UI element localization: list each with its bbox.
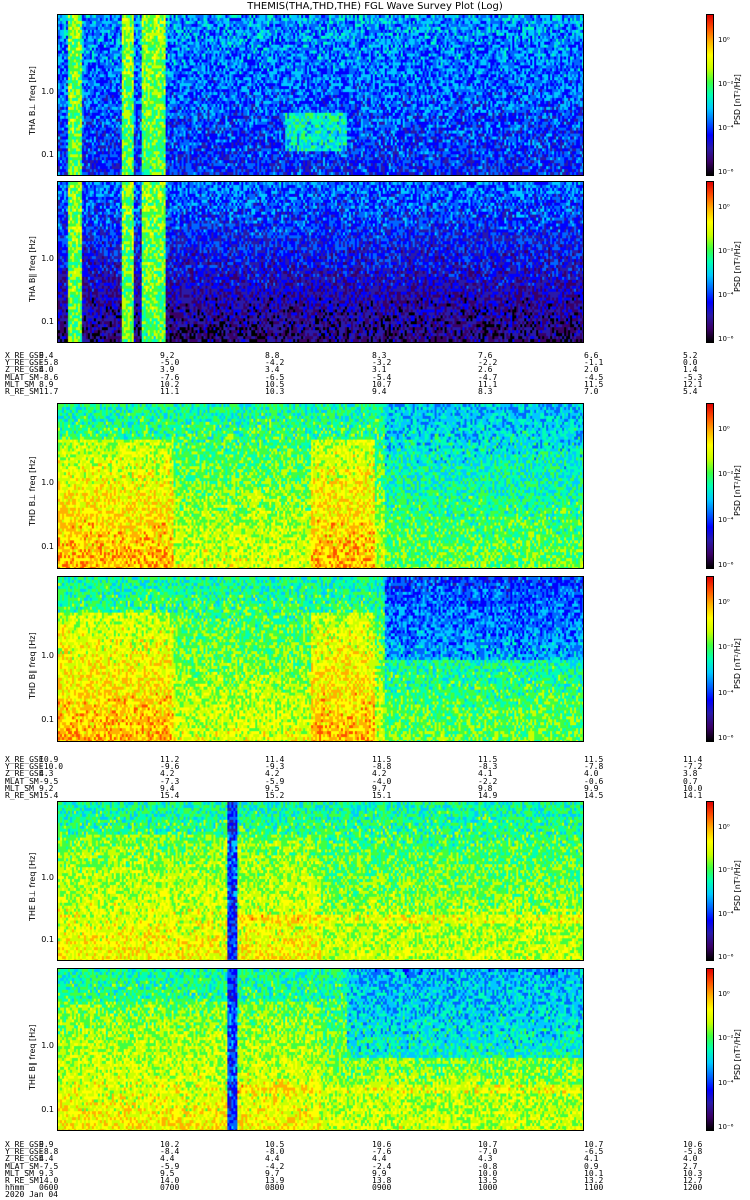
ephemeris-value: 10.3	[265, 387, 285, 396]
colorbar-tick-label: 10⁻⁴	[718, 1078, 734, 1087]
spectrogram-image	[58, 15, 583, 175]
ephemeris-value: 15.4	[160, 791, 180, 800]
spectrogram-panel-4	[57, 576, 584, 742]
ephemeris-value: 14.5	[584, 791, 604, 800]
ephemeris-value: 11.7	[39, 387, 59, 396]
colorbar-tick-label: 10⁻⁶	[718, 953, 734, 961]
ytick-label: 1.0	[41, 1041, 54, 1051]
panel-ylabel: THE B∥ freq [Hz]	[28, 1024, 37, 1090]
spectrogram-image	[58, 802, 583, 960]
spectrogram-panel-1	[57, 14, 584, 176]
figure-title: THEMIS(THA,THD,THE) FGL Wave Survey Plot…	[247, 1, 503, 12]
ytick-label: 0.1	[41, 935, 54, 945]
ytick-label: 1.0	[41, 650, 54, 660]
spectrogram-image	[58, 182, 583, 342]
spectrogram-panel-3	[57, 403, 584, 569]
panel-ylabel: THA B∥ freq [Hz]	[28, 236, 37, 302]
ytick-label: 0.1	[41, 150, 54, 160]
colorbar-tick-label: 10⁻⁶	[718, 1123, 734, 1131]
ephemeris-value: 0800	[265, 1183, 285, 1193]
colorbar-tick-label: 10⁰	[718, 425, 730, 433]
ephemeris-value: 1000	[478, 1183, 498, 1193]
ephemeris-value: 14.9	[478, 791, 498, 800]
colorbar	[706, 403, 714, 569]
colorbar	[706, 576, 714, 742]
ephemeris-value: 7.0	[584, 387, 599, 396]
ephemeris-value: 14.1	[683, 791, 703, 800]
colorbar-tick-label: 10⁻⁴	[718, 515, 734, 524]
colorbar-tick-label: 10⁻⁴	[718, 688, 734, 697]
colorbar-tick-label: 10⁻⁶	[718, 335, 734, 343]
colorbar-label: PSD [nT²/Hz]	[733, 638, 742, 689]
ephemeris-value: 0700	[160, 1183, 180, 1193]
colorbar-label: PSD [nT²/Hz]	[733, 1028, 742, 1080]
colorbar-label: PSD [nT²/Hz]	[733, 74, 742, 125]
ephemeris-label: R_RE_SM	[5, 387, 39, 396]
ephemeris-value: 1200	[683, 1183, 703, 1193]
ephemeris-value: 0600	[39, 1183, 59, 1193]
spectrogram-image	[58, 969, 583, 1130]
spectrogram-panel-2	[57, 181, 584, 343]
colorbar-tick-label: 10⁻²	[718, 643, 734, 652]
spectrogram-panel-5	[57, 801, 584, 961]
colorbar-tick-label: 10⁻⁴	[718, 124, 734, 132]
colorbar-tick-label: 10⁻²	[718, 80, 734, 88]
colorbar-tick-label: 10⁰	[718, 598, 730, 606]
colorbar-tick-label: 10⁰	[718, 823, 730, 831]
colorbar-label: PSD [nT²/Hz]	[733, 465, 742, 516]
ytick-label: 1.0	[41, 873, 54, 882]
panel-ylabel: THD B⊥ freq [Hz]	[28, 456, 37, 526]
ephemeris-value: 0900	[372, 1183, 392, 1193]
colorbar-tick-label: 10⁻²	[718, 1034, 734, 1043]
colorbar-tick-label: 10⁻²	[718, 866, 734, 875]
ephemeris-value: 8.3	[478, 387, 493, 396]
colorbar-tick-label: 10⁻⁴	[718, 291, 734, 299]
colorbar	[706, 14, 714, 176]
colorbar-tick-label: 10⁻⁶	[718, 168, 734, 176]
colorbar	[706, 181, 714, 343]
colorbar-tick-label: 10⁻²	[718, 470, 734, 479]
ytick-label: 1.0	[41, 86, 54, 96]
colorbar	[706, 968, 714, 1131]
colorbar	[706, 801, 714, 961]
ephemeris-value: 5.4	[683, 387, 698, 396]
colorbar-tick-label: 10⁰	[718, 36, 730, 44]
ephemeris-value: 9.4	[372, 387, 387, 396]
ytick-label: 0.1	[41, 715, 54, 725]
colorbar-tick-label: 10⁻²	[718, 247, 734, 255]
panel-ylabel: THA B⊥ freq [Hz]	[28, 66, 37, 135]
ephemeris-value: 11.1	[160, 387, 180, 396]
ytick-label: 0.1	[41, 1104, 54, 1114]
spectrogram-image	[58, 577, 583, 741]
ephemeris-label: 2020 Jan 04	[5, 1190, 58, 1200]
colorbar-tick-label: 10⁻⁶	[718, 561, 734, 569]
ytick-label: 0.1	[41, 542, 54, 552]
colorbar-label: PSD [nT²/Hz]	[733, 241, 742, 292]
spectrogram-image	[58, 404, 583, 568]
ytick-label: 0.1	[41, 317, 54, 327]
colorbar-tick-label: 10⁻⁴	[718, 909, 734, 918]
ephemeris-value: 15.4	[39, 791, 59, 800]
colorbar-tick-label: 10⁻⁶	[718, 734, 734, 742]
spectrogram-panel-6	[57, 968, 584, 1131]
panel-ylabel: THE B⊥ freq [Hz]	[28, 852, 37, 921]
ytick-label: 1.0	[41, 477, 54, 487]
ytick-label: 1.0	[41, 253, 54, 263]
ephemeris-label: R_RE_SM	[5, 791, 39, 800]
figure: THEMIS(THA,THD,THE) FGL Wave Survey Plot…	[0, 0, 750, 1200]
colorbar-label: PSD [nT²/Hz]	[733, 860, 742, 911]
ephemeris-value: 1100	[584, 1183, 604, 1193]
ephemeris-value: 15.1	[372, 791, 392, 800]
colorbar-tick-label: 10⁰	[718, 990, 730, 998]
colorbar-tick-label: 10⁰	[718, 203, 730, 211]
panel-ylabel: THD B∥ freq [Hz]	[28, 632, 37, 699]
ephemeris-value: 15.2	[265, 791, 285, 800]
